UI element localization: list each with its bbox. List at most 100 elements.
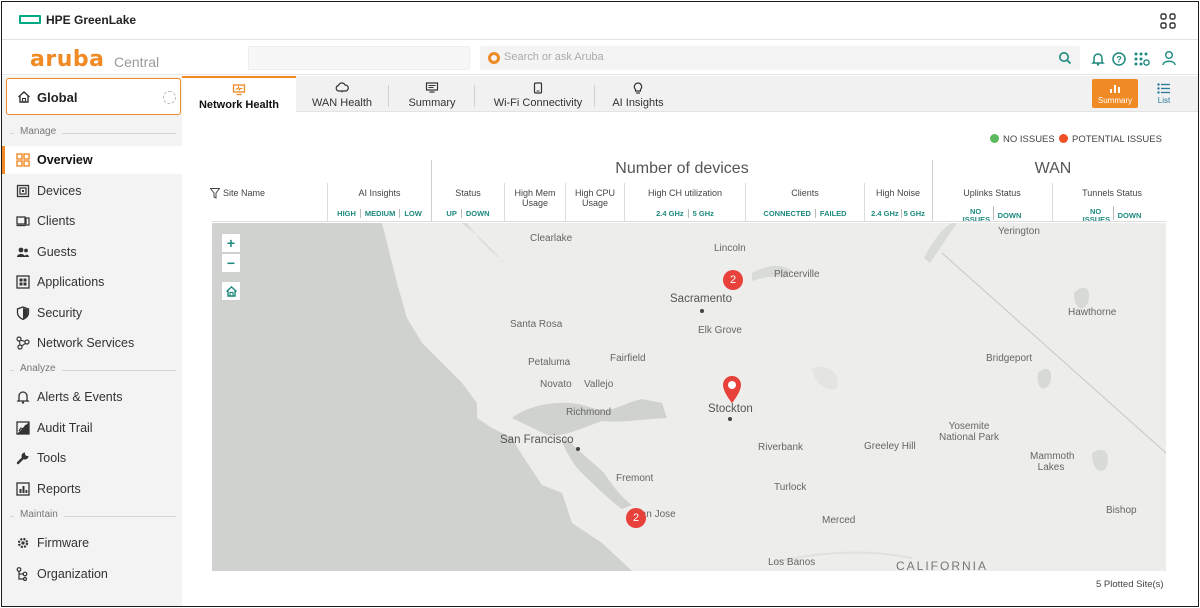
ai-low-filter[interactable]: LOW — [404, 209, 422, 218]
ai-insights-column[interactable]: AI Insights HIGH MEDIUM LOW — [328, 188, 431, 218]
filter-icon[interactable] — [210, 188, 220, 199]
tab-divider — [594, 85, 595, 107]
sidebar-item-organization[interactable]: Organization — [2, 560, 182, 588]
high-mem-column[interactable]: High Mem Usage — [505, 188, 565, 208]
site-cluster-marker[interactable]: 2 — [723, 270, 743, 290]
ai-high-filter[interactable]: HIGH — [337, 209, 356, 218]
sidebar-item-network-services[interactable]: Network Services — [2, 329, 182, 357]
sidebar-item-applications[interactable]: Applications — [2, 268, 182, 296]
clients-header: Clients — [791, 188, 819, 198]
sidebar-item-clients[interactable]: Clients — [2, 207, 182, 235]
status-subheaders: UP DOWN — [432, 209, 504, 218]
notifications-bell-icon[interactable] — [1091, 52, 1105, 66]
uplinks-down-filter[interactable]: DOWN — [998, 211, 1022, 220]
green-status-dot-icon — [990, 134, 999, 143]
devices-group-title: Number of devices — [615, 160, 749, 177]
high-ch-utilization-column[interactable]: High CH utilization 2.4 GHz 5 GHz — [625, 188, 745, 218]
high-cpu-column[interactable]: High CPU Usage — [566, 188, 624, 208]
bar-chart-icon — [1110, 85, 1120, 93]
scope-field[interactable] — [248, 46, 470, 70]
sidebar-item-label: Firmware — [37, 536, 90, 550]
sidebar-item-alerts-events[interactable]: Alerts & Events — [2, 383, 182, 411]
site-name-column[interactable]: Site Name — [210, 188, 265, 199]
organization-icon — [16, 567, 28, 581]
legend-potential-issues-label: POTENTIAL ISSUES — [1072, 134, 1162, 145]
status-header: Status — [455, 188, 481, 198]
tab-summary[interactable]: Summary — [392, 76, 472, 112]
ai-insights-subheaders: HIGH MEDIUM LOW — [328, 209, 431, 218]
sidebar: Global Manage Overview Devices Clients G… — [2, 76, 182, 606]
network-health-panel: NO ISSUES POTENTIAL ISSUES Number of dev… — [182, 113, 1198, 606]
high-noise-column[interactable]: High Noise 2.4 GHz 5 GHz — [865, 188, 931, 218]
zoom-in-button[interactable]: + — [221, 233, 241, 253]
search-input[interactable]: Search or ask Aruba — [480, 46, 1080, 70]
ai-medium-filter[interactable]: MEDIUM — [365, 209, 395, 218]
noise-24ghz-filter[interactable]: 2.4 GHz — [871, 209, 899, 218]
status-down-filter[interactable]: DOWN — [466, 209, 490, 218]
app-grid-icon[interactable] — [1160, 13, 1176, 29]
legend-no-issues-label: NO ISSUES — [1003, 134, 1055, 145]
aruba-logo[interactable]: aruba — [30, 47, 104, 72]
clients-icon — [16, 216, 30, 227]
search-placeholder: Search or ask Aruba — [504, 51, 604, 63]
legend-no-issues: NO ISSUES — [990, 134, 1055, 145]
site-pin-marker-icon[interactable] — [721, 374, 743, 404]
svg-text:?: ? — [1116, 55, 1122, 65]
map-label-fairfield: Fairfield — [610, 353, 646, 364]
tab-ai-insights[interactable]: AI Insights — [598, 76, 678, 112]
map-label-san-francisco: San Francisco — [500, 434, 574, 446]
tab-network-health[interactable]: Network Health — [182, 76, 296, 112]
loading-spinner-icon — [163, 91, 176, 104]
map-label-fremont: Fremont — [616, 473, 654, 484]
legend-potential-issues: POTENTIAL ISSUES — [1059, 134, 1162, 145]
sidebar-item-guests[interactable]: Guests — [2, 238, 182, 266]
sites-map[interactable]: + − Clearlake Lincoln Placerville Yering… — [212, 223, 1166, 571]
sidebar-item-label: Guests — [37, 245, 77, 259]
status-up-filter[interactable]: UP — [446, 209, 456, 218]
sidebar-item-overview[interactable]: Overview — [2, 146, 182, 174]
noise-5ghz-filter[interactable]: 5 GHz — [904, 209, 925, 218]
sidebar-item-label: Tools — [37, 451, 67, 465]
search-icon[interactable] — [1058, 51, 1072, 65]
section-analyze-label: Analyze — [14, 363, 62, 374]
map-home-button[interactable] — [221, 281, 241, 301]
map-label-california: CALIFORNIA — [896, 559, 989, 571]
clients-failed-filter[interactable]: FAILED — [820, 209, 847, 218]
user-profile-icon[interactable] — [1162, 50, 1176, 66]
apps-settings-icon[interactable] — [1134, 52, 1150, 66]
ch-5ghz-filter[interactable]: 5 GHz — [693, 209, 714, 218]
sidebar-item-devices[interactable]: Devices — [2, 177, 182, 205]
clients-connected-filter[interactable]: CONNECTED — [763, 209, 811, 218]
home-icon — [18, 91, 30, 103]
summary-view-label: Summary — [1097, 96, 1133, 105]
status-column[interactable]: Status UP DOWN — [432, 188, 504, 218]
tunnels-header: Tunnels Status — [1082, 188, 1142, 198]
map-label-richmond: Richmond — [566, 407, 612, 418]
ch-24ghz-filter[interactable]: 2.4 GHz — [656, 209, 684, 218]
tunnels-down-filter[interactable]: DOWN — [1118, 211, 1142, 220]
uplinks-status-column[interactable]: Uplinks Status NO ISSUES DOWN — [933, 188, 1051, 224]
summary-view-button[interactable]: Summary — [1092, 79, 1138, 108]
clients-column[interactable]: Clients CONNECTED FAILED — [746, 188, 864, 218]
site-cluster-marker[interactable]: 2 — [626, 508, 646, 528]
scope-selector-global[interactable]: Global — [6, 78, 181, 115]
tab-bar: Network Health WAN Health Summary Wi-Fi … — [182, 76, 1198, 112]
home-icon — [226, 286, 237, 297]
zoom-out-button[interactable]: − — [221, 253, 241, 273]
help-icon[interactable]: ? — [1112, 52, 1126, 66]
tab-wifi-connectivity[interactable]: Wi-Fi Connectivity — [478, 76, 598, 112]
tunnels-status-column[interactable]: Tunnels Status NO ISSUES DOWN — [1053, 188, 1171, 224]
sidebar-item-reports[interactable]: Reports — [2, 475, 182, 503]
list-view-button[interactable]: List — [1146, 79, 1182, 108]
high-mem-header: High Mem Usage — [514, 188, 556, 208]
tab-wan-health[interactable]: WAN Health — [300, 76, 384, 112]
sidebar-item-security[interactable]: Security — [2, 299, 182, 327]
sidebar-item-firmware[interactable]: Firmware — [2, 529, 182, 557]
hpe-brand: HPE GreenLake — [46, 13, 137, 27]
sidebar-item-audit-trail[interactable]: Audit Trail — [2, 414, 182, 442]
sidebar-item-tools[interactable]: Tools — [2, 444, 182, 472]
lightbulb-icon — [633, 82, 643, 94]
sidebar-item-label: Alerts & Events — [37, 390, 123, 404]
app-frame: HPE GreenLake aruba Central Search or as… — [1, 1, 1199, 607]
list-view-label: List — [1157, 96, 1171, 105]
